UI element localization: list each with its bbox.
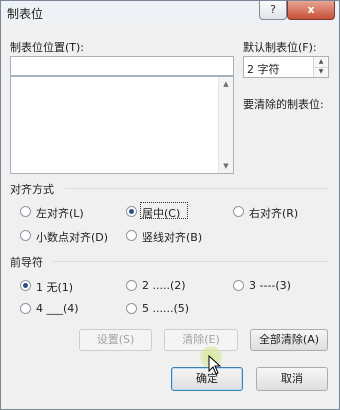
leader-dots-radio[interactable] bbox=[126, 280, 137, 291]
leader-dashes-radio[interactable] bbox=[233, 280, 244, 291]
default-tab-value: 2 字符 bbox=[247, 63, 280, 76]
leader-middle-dots-radio[interactable] bbox=[126, 303, 137, 314]
align-bar-label[interactable]: 竖线对齐(B) bbox=[142, 229, 202, 245]
leader-divider bbox=[53, 261, 329, 262]
align-center-radio[interactable] bbox=[126, 206, 137, 217]
ok-button[interactable]: 确定 bbox=[171, 367, 243, 391]
tab-position-label: 制表位位置(T): bbox=[10, 41, 85, 54]
leader-dots-label[interactable]: 2 .....(2) bbox=[142, 279, 186, 292]
leader-middle-dots-label[interactable]: 5 ......(5) bbox=[142, 302, 189, 315]
spin-down-icon[interactable]: ▼ bbox=[314, 67, 328, 77]
spinner-buttons[interactable]: ▲ ▼ bbox=[313, 57, 328, 77]
scroll-down-icon[interactable]: ▼ bbox=[219, 160, 233, 172]
clear-button[interactable]: 清除(E) bbox=[164, 329, 238, 351]
leader-underline-radio[interactable] bbox=[20, 303, 31, 314]
scroll-up-icon[interactable]: ▲ bbox=[219, 78, 233, 90]
help-button[interactable]: ? bbox=[259, 1, 287, 20]
leader-none-radio[interactable] bbox=[20, 280, 31, 291]
align-decimal-radio[interactable] bbox=[20, 230, 31, 241]
title-bar: 制表位 ? x bbox=[1, 1, 339, 23]
cancel-button[interactable]: 取消 bbox=[256, 367, 328, 391]
focus-outline bbox=[140, 202, 188, 219]
leader-dashes-label[interactable]: 3 ----(3) bbox=[249, 279, 291, 292]
leader-none-label[interactable]: 1 无(1) bbox=[36, 279, 73, 295]
align-right-label[interactable]: 右对齐(R) bbox=[249, 205, 298, 221]
default-tab-spinner[interactable]: 2 字符 ▲ ▼ bbox=[243, 56, 329, 78]
align-left-radio[interactable] bbox=[20, 206, 31, 217]
alignment-divider bbox=[65, 188, 329, 189]
tabs-to-clear-label: 要清除的制表位: bbox=[243, 98, 324, 111]
leader-underline-label[interactable]: 4 ___(4) bbox=[36, 302, 79, 315]
default-tab-label: 默认制表位(F): bbox=[243, 41, 317, 54]
tab-position-list[interactable]: ▲ ▼ bbox=[10, 76, 234, 174]
dialog-title: 制表位 bbox=[7, 7, 44, 21]
set-button[interactable]: 设置(S) bbox=[79, 329, 152, 351]
align-decimal-label[interactable]: 小数点对齐(D) bbox=[36, 229, 108, 245]
tabs-dialog: 制表位 ? x 制表位位置(T): ▲ ▼ 默认制表位(F): 2 字符 ▲ ▼… bbox=[0, 0, 340, 410]
tab-position-input[interactable] bbox=[10, 56, 234, 76]
alignment-group-title: 对齐方式 bbox=[10, 183, 54, 196]
align-right-radio[interactable] bbox=[233, 206, 244, 217]
clear-all-button[interactable]: 全部清除(A) bbox=[250, 329, 328, 351]
leader-group-title: 前导符 bbox=[10, 256, 43, 269]
mouse-cursor-icon bbox=[208, 355, 222, 375]
close-button[interactable]: x bbox=[287, 1, 335, 20]
tab-list-scrollbar[interactable]: ▲ ▼ bbox=[218, 77, 233, 173]
align-left-label[interactable]: 左对齐(L) bbox=[36, 205, 84, 221]
align-bar-radio[interactable] bbox=[126, 230, 137, 241]
